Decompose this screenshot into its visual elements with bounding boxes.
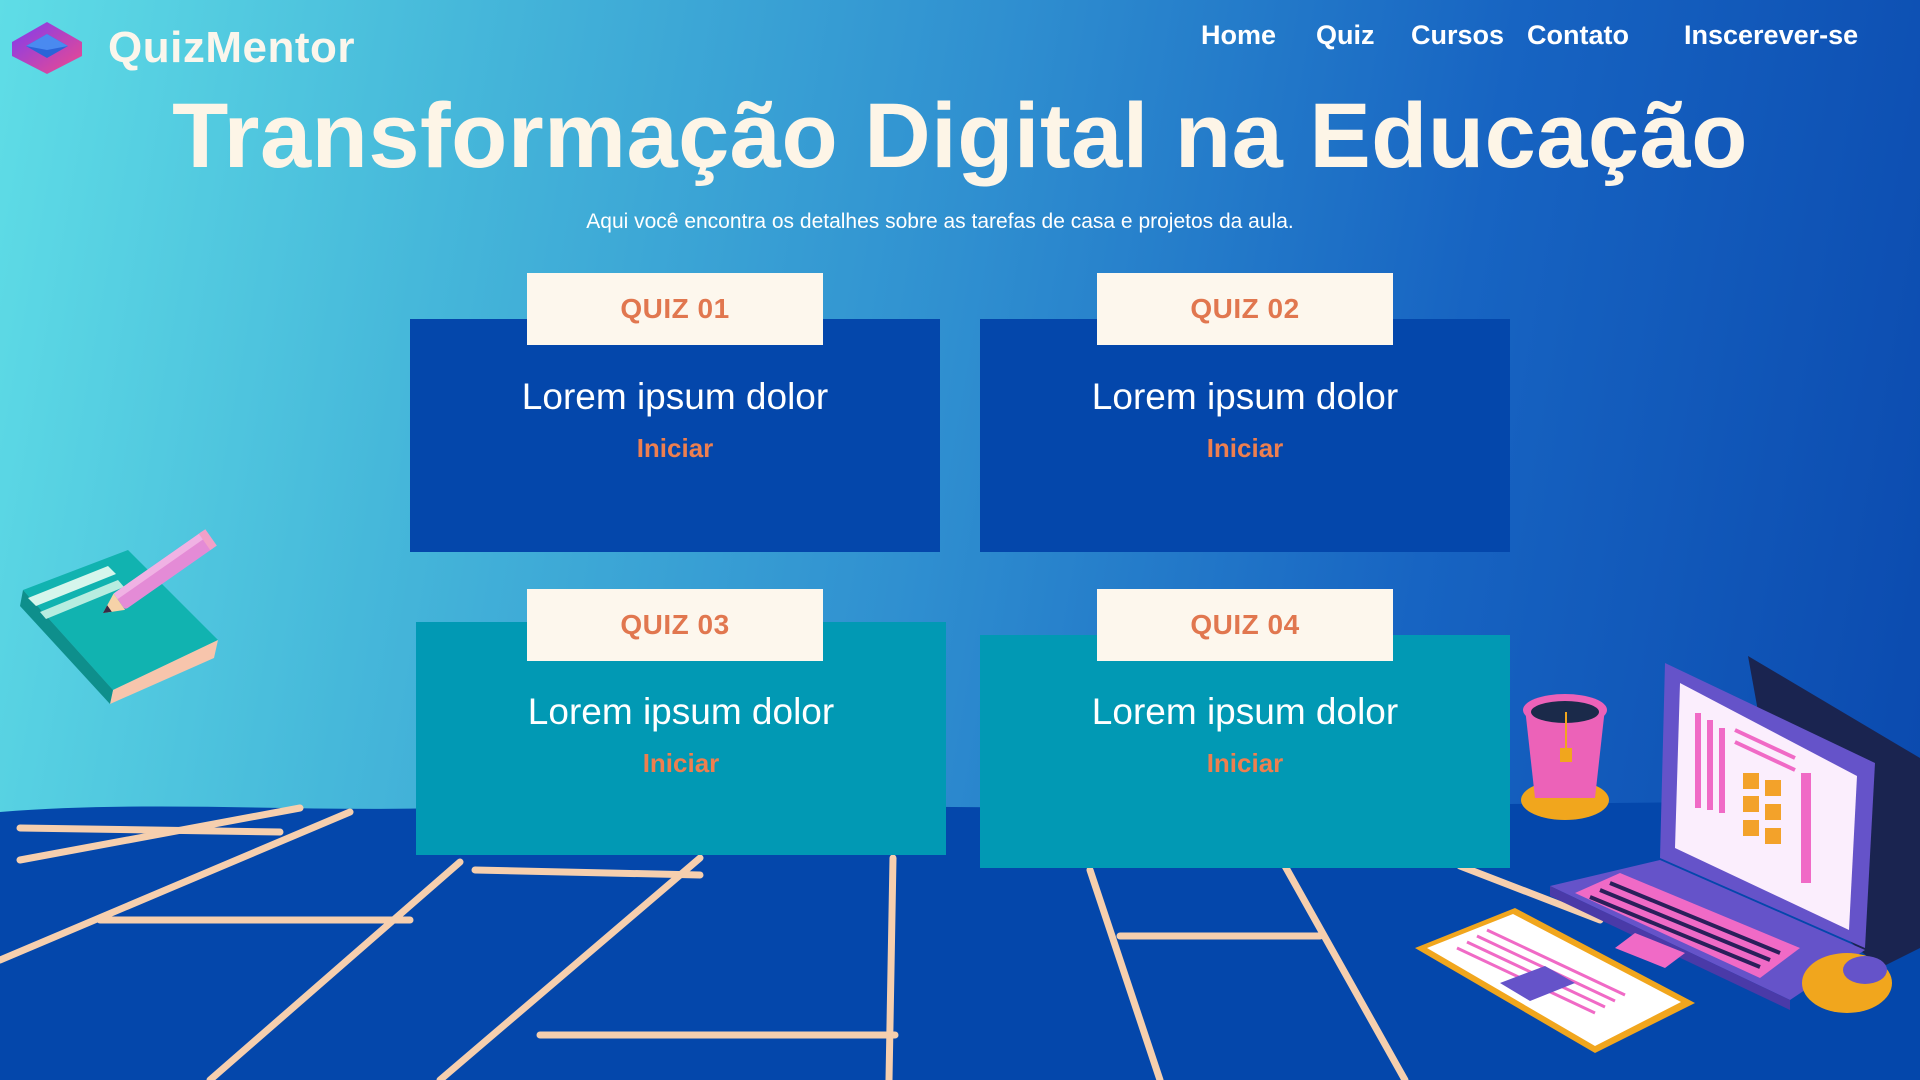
quiz-tag: QUIZ 01 — [527, 273, 823, 345]
quiz-card-2: Lorem ipsum dolor Iniciar — [980, 319, 1510, 552]
quiz-card-title: Lorem ipsum dolor — [521, 376, 829, 417]
start-quiz-link[interactable]: Iniciar — [637, 433, 714, 464]
quiz-card-title: Lorem ipsum dolor — [1091, 376, 1399, 417]
page-subtitle: Aqui você encontra os detalhes sobre as … — [586, 210, 1294, 233]
start-quiz-link[interactable]: Iniciar — [1207, 433, 1284, 464]
quiz-card-title: Lorem ipsum dolor — [527, 691, 835, 732]
quiz-card-title: Lorem ipsum dolor — [1091, 691, 1399, 732]
quiz-tag: QUIZ 04 — [1097, 589, 1393, 661]
nav-contato-link[interactable]: Contato — [1527, 20, 1629, 51]
cup-icon — [1521, 694, 1609, 820]
nav-home-link[interactable]: Home — [1201, 20, 1276, 51]
quiz-tag: QUIZ 02 — [1097, 273, 1393, 345]
laptop-desk-illustration — [1415, 656, 1920, 1053]
start-quiz-link[interactable]: Iniciar — [1207, 748, 1284, 779]
book-pencil-icon — [20, 529, 218, 704]
quiz-tag: QUIZ 03 — [527, 589, 823, 661]
nav-cursos-link[interactable]: Cursos — [1411, 20, 1504, 51]
quiz-card-1: Lorem ipsum dolor Iniciar — [410, 319, 940, 552]
brand-name: QuizMentor — [108, 23, 355, 72]
nav-quiz-link[interactable]: Quiz — [1316, 20, 1375, 51]
page-title: Transformação Digital na Educação — [172, 85, 1748, 187]
mouse-icon — [1802, 953, 1892, 1013]
cube-logo-icon — [12, 22, 82, 74]
nav-signup-link[interactable]: Inscerever-se — [1684, 20, 1858, 51]
start-quiz-link[interactable]: Iniciar — [643, 748, 720, 779]
brand-logo[interactable]: QuizMentor — [10, 20, 355, 76]
